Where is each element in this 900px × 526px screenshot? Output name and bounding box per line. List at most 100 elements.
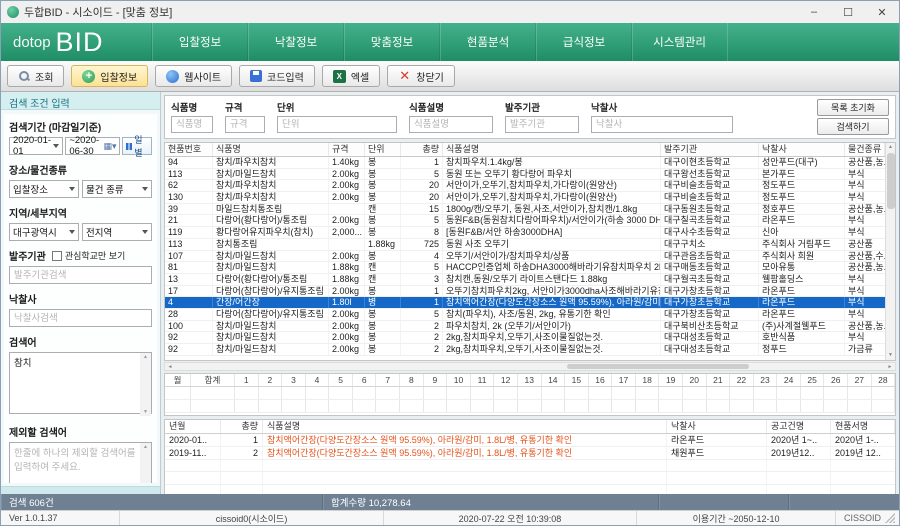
goods-kind-select[interactable]: 물건 종류 (82, 180, 152, 198)
toolbar: 조회 + 입찰정보 웹사이트 코드입력 X 엑셀 ✕ 창닫기 (1, 61, 899, 92)
col-total-qty[interactable]: 총량 (221, 420, 263, 433)
day-col-label: 26 (824, 374, 848, 386)
table-row[interactable]: 17 다랑어(참다랑어)/유지통조림 2.00kg 봉 1 오뚜기참치파우치2k… (165, 286, 885, 298)
nav-item[interactable]: 현품분석 (440, 23, 536, 61)
table-row[interactable]: 92 참치/마일드참치 2.00kg 봉 2 2kg,참치파우치,오뚜기,사조이… (165, 344, 885, 356)
scroll-right-icon[interactable]: ► (885, 364, 895, 370)
col-qty[interactable]: 총량 (401, 143, 443, 156)
col-orderer[interactable]: 발주기관 (661, 143, 759, 156)
cell-spec: 2.00kg (329, 192, 365, 203)
table-row[interactable]: 130 참치/파우치참치 2.00kg 봉 20 서안이가,오뚜기,참치파우치,… (165, 192, 885, 204)
keyword-textarea[interactable]: 참치 (9, 352, 152, 414)
bid-place-select[interactable]: 입찰장소 (9, 180, 79, 198)
table-row[interactable]: 107 참치/마일드참치 2.00kg 봉 4 오뚜기/서안이가/참치파우치/상… (165, 251, 885, 263)
cell-kind: 부식 (845, 169, 885, 180)
nav-item[interactable]: 입찰정보 (152, 23, 248, 61)
textarea-scrollbar[interactable]: ▲▼ (140, 443, 151, 486)
textarea-scrollbar[interactable]: ▲▼ (140, 353, 151, 416)
day-col-label: 12 (494, 374, 518, 386)
day-col-label: 3 (282, 374, 306, 386)
scroll-left-icon[interactable]: ◄ (165, 364, 175, 370)
col-winner[interactable]: 낙찰사 (667, 420, 767, 433)
horizontal-scrollbar[interactable]: ◄ ► (164, 362, 896, 371)
cell-food-desc: 참치액어간장(다양도간장소스 원액 95.59%), 아라원/감미, 1.8L/… (263, 434, 667, 446)
history-row[interactable]: 2020-01.. 1 참치액어간장(다양도간장소스 원액 95.59%), 아… (165, 434, 895, 447)
table-row[interactable]: 4 간장/어간장 1.80l 병 1 참치액어간장(다양도간장소스 원액 95.… (165, 297, 885, 309)
table-row[interactable]: 13 다랑어(황다랑어)/통조림 1.88kg 캔 3 참치캔,동원/오뚜기 라… (165, 274, 885, 286)
orderer-search-input[interactable] (9, 266, 152, 284)
filter-field-input[interactable] (277, 116, 397, 133)
cell-winner: 웰팜홀딩스 (759, 274, 845, 285)
cell-desc: 참치액어간장(다양도간장소스 원액 95.59%), 아라원/감미, 1.8L/… (443, 297, 661, 308)
table-row[interactable]: 62 참치/파우치참치 2.00kg 봉 20 서안이가,오뚜기,참치파우치,가… (165, 180, 885, 192)
col-kind[interactable]: 물건종류 (845, 143, 885, 156)
filter-field-input[interactable] (225, 116, 265, 133)
table-row[interactable]: 113 참치/마일드참치 2.00kg 봉 5 동원 또는 오뚜기 황다랑어 파… (165, 169, 885, 181)
col-item-no[interactable]: 현품번호 (165, 143, 213, 156)
close-red-icon: ✕ (398, 70, 411, 83)
table-row[interactable]: 100 참치/마일드참치 2.00kg 봉 2 파우치참치, 2k (오뚜기/서… (165, 321, 885, 333)
code-entry-button[interactable]: 코드입력 (239, 65, 315, 87)
nav-item[interactable]: 시스템관리 (632, 23, 728, 61)
filter-field-input[interactable] (409, 116, 493, 133)
filter-field-label: 식품명 (171, 100, 213, 114)
vertical-scrollbar[interactable]: ▲ ▼ (885, 143, 895, 360)
maximize-button[interactable]: ☐ (831, 1, 865, 23)
website-button[interactable]: 웹사이트 (155, 65, 232, 87)
date-from-select[interactable]: 2020-01-01 (9, 137, 63, 155)
history-row[interactable]: 2019-11.. 2 참치액어간장(다양도간장소스 원액 95.59%), 아… (165, 447, 895, 460)
table-row[interactable]: 21 다랑어(황다랑어)/통조림 2.00kg 봉 5 동원F&B(동원참치다랑… (165, 215, 885, 227)
nav-item[interactable]: 급식정보 (536, 23, 632, 61)
daily-button[interactable]: 일별 (122, 137, 152, 155)
scrollbar-thumb[interactable] (887, 153, 895, 209)
table-row[interactable]: 94 참치/파우치참치 1.40kg 봉 1 참치파우치.1.4kg/봉 대구이… (165, 157, 885, 169)
col-spec[interactable]: 규격 (329, 143, 365, 156)
col-doc-name[interactable]: 현품서명 (831, 420, 895, 433)
do-search-button[interactable]: 검색하기 (817, 118, 889, 135)
cell-qty: 725 (401, 239, 443, 250)
close-button[interactable]: ✕ (865, 1, 899, 23)
col-winner[interactable]: 낙찰사 (759, 143, 845, 156)
minimize-button[interactable]: – (797, 1, 831, 23)
excel-button[interactable]: X 엑셀 (322, 65, 380, 87)
reset-list-button[interactable]: 목록 초기화 (817, 99, 889, 116)
day-col-label: 5 (329, 374, 353, 386)
cell-kind: 공산품 (845, 239, 885, 250)
subregion-select[interactable]: 전지역 (82, 223, 152, 241)
col-year-month[interactable]: 년월 (165, 420, 221, 433)
scroll-down-icon[interactable]: ▼ (888, 351, 893, 360)
table-row[interactable]: 39 마일드참치통조림 캔 15 1800g/캔/오뚜기, 동원,사조,서안이가… (165, 204, 885, 216)
table-row[interactable]: 92 참치/마일드참치 2.00kg 봉 2 2kg,참치파우치,오뚜기,사조이… (165, 332, 885, 344)
col-notice-name[interactable]: 공고건명 (767, 420, 831, 433)
col-food-desc[interactable]: 식품설명 (263, 420, 667, 433)
region-select[interactable]: 대구광역시 (9, 223, 79, 241)
cell-desc: 2kg,참치파우치,오뚜기,사조이물질없는것. (443, 344, 661, 355)
table-row[interactable]: 113 참치통조림 1.88kg 725 동원 사조 오뚜기 대구구치소 주식회… (165, 239, 885, 251)
cell-food-name: 황다랑어유지파우치(참치) (213, 227, 329, 238)
search-button[interactable]: 조회 (7, 65, 64, 87)
filter-fields: 식품명 규격 단위 (171, 99, 733, 133)
interest-checkbox[interactable] (52, 251, 62, 261)
table-row[interactable]: 28 다랑어(참다랑어)/유지통조림 2.00kg 봉 5 참치(파우치), 사… (165, 309, 885, 321)
resize-grip-icon[interactable] (885, 513, 895, 523)
cell-food-name: 참치/파우치참치 (213, 180, 329, 191)
table-row[interactable]: 119 황다랑어유지파우치(참치) 2,000... 봉 8 [동원F&B/서안… (165, 227, 885, 239)
nav-item[interactable]: 맞춤정보 (344, 23, 440, 61)
nav-item[interactable]: 낙찰정보 (248, 23, 344, 61)
winner-search-input[interactable] (9, 309, 152, 327)
cell-spec: 2,000... (329, 227, 365, 238)
bid-info-button[interactable]: + 입찰정보 (71, 65, 148, 87)
date-to-picker[interactable]: ~2020-06-30▦▾ (65, 137, 120, 155)
table-row[interactable]: 81 참치/마일드참치 1.88kg 캔 5 HACCP인증업체 하송DHA30… (165, 262, 885, 274)
scrollbar-thumb[interactable] (567, 364, 750, 369)
col-food-name[interactable]: 식품명 (213, 143, 329, 156)
scroll-up-icon[interactable]: ▲ (888, 143, 893, 152)
filter-field-input[interactable] (171, 116, 213, 133)
col-desc[interactable]: 식품설명 (443, 143, 661, 156)
cell-kind: 부식 (845, 215, 885, 226)
exclude-textarea[interactable] (9, 442, 152, 486)
filter-field-input[interactable] (505, 116, 579, 133)
col-unit[interactable]: 단위 (365, 143, 401, 156)
filter-field-input[interactable] (591, 116, 733, 133)
close-window-button[interactable]: ✕ 창닫기 (387, 65, 455, 87)
